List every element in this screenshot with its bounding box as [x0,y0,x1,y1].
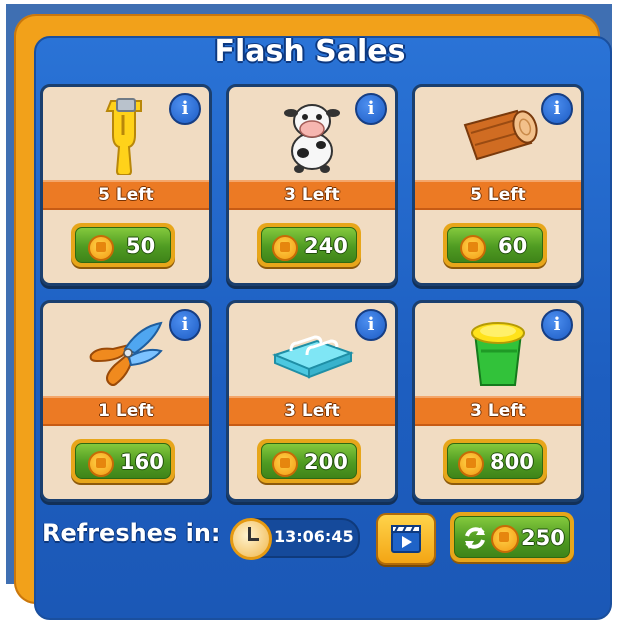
info-icon[interactable]: i [541,309,573,341]
timer-value: 13:06:45 [274,527,354,546]
green-bucket-icon [471,322,525,386]
buy-button[interactable]: 50 [71,223,175,267]
coin-icon [272,451,298,477]
sale-item-card[interactable]: i 5 Left 60 [412,84,584,286]
watch-video-button[interactable] [376,513,436,565]
sale-item-card[interactable]: i 1 Left 160 [40,300,212,502]
refresh-icon [465,527,485,549]
coin-icon [460,235,486,261]
price-label: 200 [304,450,348,474]
stock-label: 5 Left [415,180,581,210]
price-label: 60 [498,234,528,258]
peeler-icon [105,98,142,175]
sale-item-card[interactable]: i 3 Left 800 [412,300,584,502]
refresh-now-button[interactable]: 250 [450,512,574,562]
buy-button[interactable]: 160 [71,439,175,483]
info-icon[interactable]: i [169,93,201,125]
info-icon[interactable]: i [355,93,387,125]
video-clapper-icon [391,525,421,553]
stock-label: 3 Left [415,396,581,426]
sale-item-card[interactable]: i 3 Left 200 [226,300,398,502]
refresh-timer-label: Refreshes in: [42,519,221,547]
stock-label: 1 Left [43,396,209,426]
soap-dish-icon [272,335,354,379]
coin-icon [88,451,114,477]
refresh-cost-label: 250 [521,526,565,550]
price-label: 240 [304,234,348,258]
coin-icon [491,525,519,553]
cow-icon [284,104,340,173]
info-icon[interactable]: i [169,309,201,341]
panel-title: Flash Sales [214,34,406,69]
buy-button[interactable]: 800 [443,439,547,483]
pruning-shears-icon [89,321,163,386]
buy-button[interactable]: 200 [257,439,361,483]
stock-label: 3 Left [229,180,395,210]
info-icon[interactable]: i [355,309,387,341]
coin-icon [88,235,114,261]
buy-button[interactable]: 240 [257,223,361,267]
stock-label: 3 Left [229,396,395,426]
coin-icon [458,451,484,477]
info-icon[interactable]: i [541,93,573,125]
sale-item-card[interactable]: i 3 Left 240 [226,84,398,286]
buy-button[interactable]: 60 [443,223,547,267]
clock-icon [230,518,272,560]
price-label: 800 [490,450,534,474]
refresh-timer: 13:06:45 [230,518,360,560]
price-label: 50 [126,234,156,258]
sale-item-card[interactable]: i 5 Left 50 [40,84,212,286]
stock-label: 5 Left [43,180,209,210]
log-icon [463,109,538,161]
coin-icon [272,235,298,261]
price-label: 160 [120,450,164,474]
